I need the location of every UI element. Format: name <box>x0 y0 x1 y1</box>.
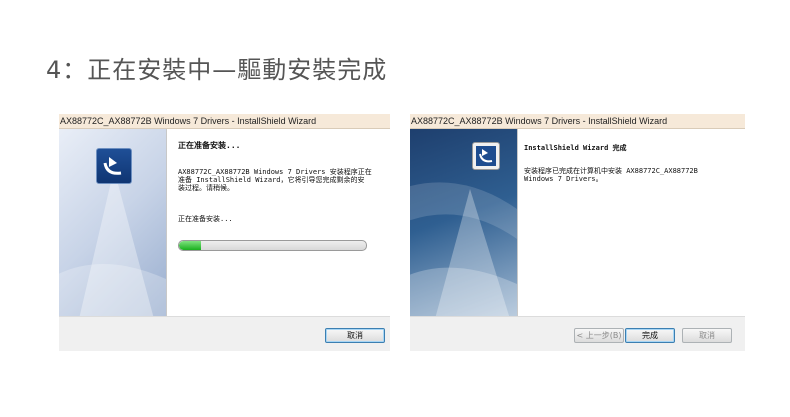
finish-button[interactable]: 完成 <box>625 328 675 343</box>
wizard-heading: InstallShield Wizard 完成 <box>524 144 627 152</box>
back-button[interactable]: < 上一步(B) <box>574 328 624 343</box>
wizard-body-line1: 安装程序已完成在计算机中安装 AX88772C_AX88772B <box>524 167 698 175</box>
wizard-footer: < 上一步(B) 完成 取消 <box>410 316 745 351</box>
wizard-body-line2: 准备 InstallShield Wizard，它将引导您完成剩余的安 <box>178 176 365 184</box>
wizard-body-line1: AX88772C_AX88772B Windows 7 Drivers 安装程序… <box>178 168 372 176</box>
wizard-status: 正在准备安装... <box>178 215 233 223</box>
cancel-button[interactable]: 取消 <box>682 328 732 343</box>
progress-bar <box>178 240 367 251</box>
wizard-body-line2: Windows 7 Drivers。 <box>524 175 603 183</box>
installer-icon <box>96 148 132 184</box>
wizard-heading: 正在准备安装... <box>178 141 241 150</box>
sail-graphic <box>410 182 517 319</box>
window-title: AX88772C_AX88772B Windows 7 Drivers - In… <box>410 114 745 129</box>
progress-fill <box>179 241 202 250</box>
installshield-window-complete: AX88772C_AX88772B Windows 7 Drivers - In… <box>410 114 745 351</box>
wizard-footer: 取消 <box>59 316 390 351</box>
wizard-content: InstallShield Wizard 完成 安装程序已完成在计算机中安装 A… <box>517 129 745 317</box>
wizard-panel: InstallShield Wizard 完成 安装程序已完成在计算机中安装 A… <box>410 129 745 351</box>
window-title: AX88772C_AX88772B Windows 7 Drivers - In… <box>59 114 390 129</box>
cancel-button[interactable]: 取消 <box>325 328 385 343</box>
wizard-content: 正在准备安装... AX88772C_AX88772B Windows 7 Dr… <box>166 129 390 317</box>
installshield-window-preparing: AX88772C_AX88772B Windows 7 Drivers - In… <box>59 114 390 351</box>
page-heading: 4：正在安裝中—驅動安裝完成 <box>46 56 388 84</box>
installer-icon <box>472 142 500 170</box>
wizard-body-line3: 装过程。请稍候。 <box>178 184 234 192</box>
